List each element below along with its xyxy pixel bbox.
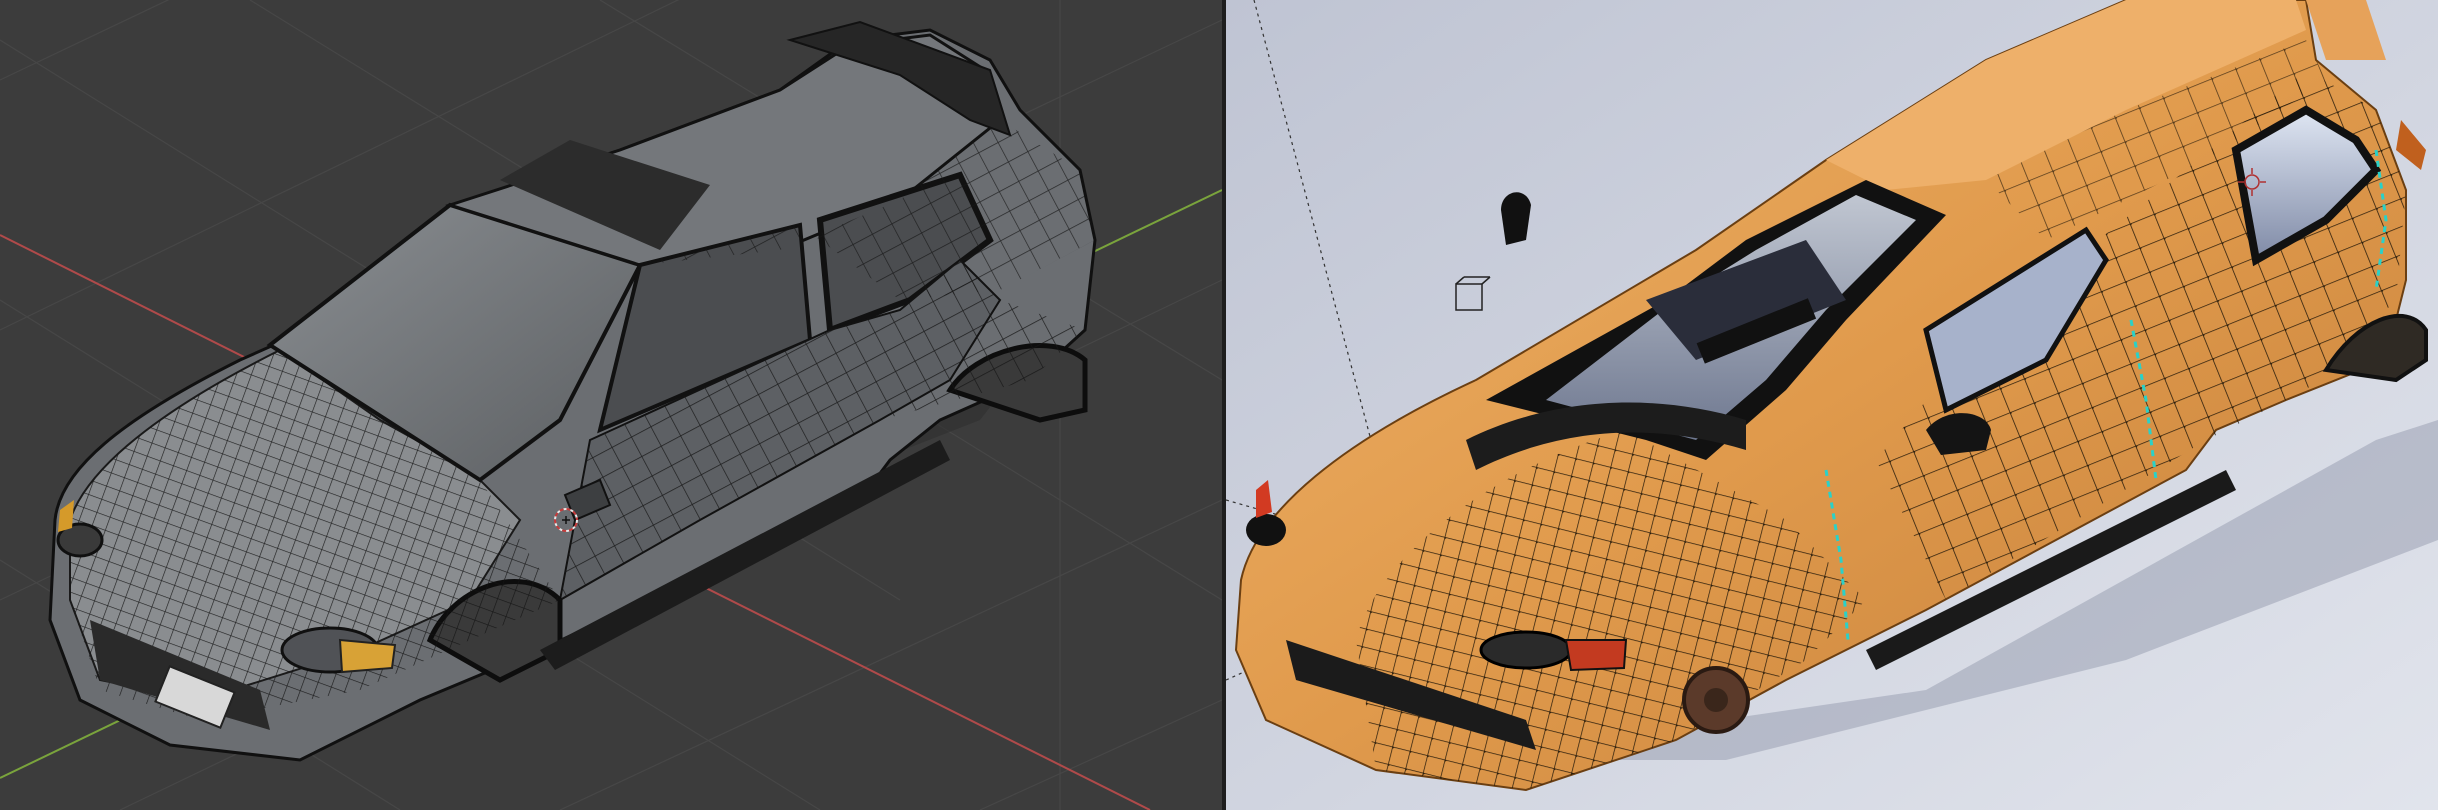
viewport-right-canvas[interactable] [1226,0,2438,810]
headlight-right [1479,630,1573,670]
viewport-left-solid[interactable] [0,0,1222,810]
turn-signal-right [338,638,397,674]
taillight-right [1564,639,1628,672]
headlight-left [1246,514,1286,546]
front-wheel-hub [1682,666,1750,734]
viewport-right-rendered[interactable] [1226,0,2438,810]
car-mesh-solid[interactable] [48,20,1097,762]
blender-app [0,0,2438,810]
viewport-left-canvas[interactable] [0,0,1222,810]
